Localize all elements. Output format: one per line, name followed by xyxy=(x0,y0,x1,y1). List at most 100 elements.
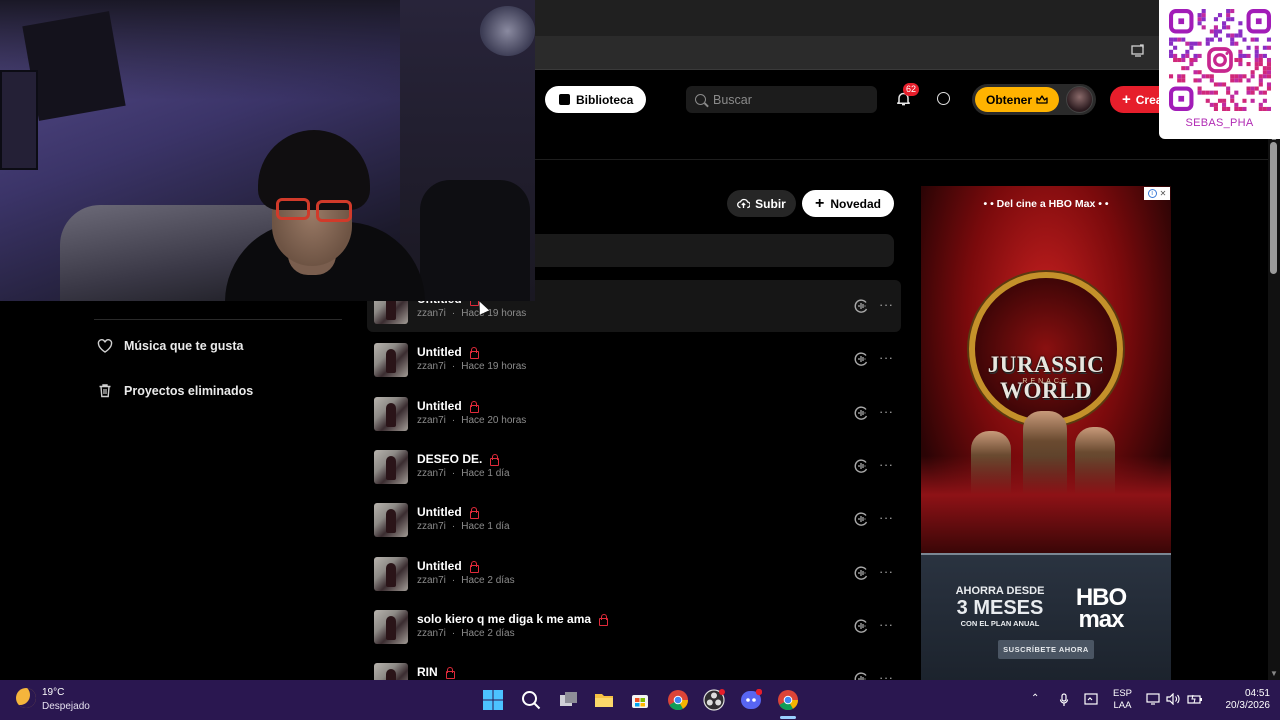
track-artwork[interactable] xyxy=(374,397,408,431)
sidebar-item-deleted-projects[interactable]: Proyectos eliminados xyxy=(97,383,253,398)
track-time: Hace 1 día xyxy=(461,521,510,532)
track-title-row[interactable]: Untitled xyxy=(417,559,479,573)
track-title-row[interactable]: RIN xyxy=(417,665,455,679)
ad-offer-line-3: CON EL PLAN ANUAL xyxy=(960,619,1040,628)
file-explorer-icon[interactable] xyxy=(593,689,615,711)
open-in-studio-icon[interactable] xyxy=(854,406,869,420)
install-app-icon[interactable] xyxy=(1130,44,1146,60)
track-title[interactable]: DESEO DE. xyxy=(417,452,482,466)
moon-icon[interactable] xyxy=(16,688,36,708)
active-app-indicator xyxy=(780,716,796,719)
more-options-icon[interactable]: ··· xyxy=(879,350,894,365)
open-in-studio-icon[interactable] xyxy=(854,619,869,633)
track-author[interactable]: zzan7i xyxy=(417,521,446,532)
avatar[interactable] xyxy=(1066,86,1093,113)
track-title[interactable]: Untitled xyxy=(417,399,462,413)
track-row[interactable]: Untitled zzan7i · Hace 2 días ··· xyxy=(367,547,901,599)
meet-icon[interactable] xyxy=(1084,693,1098,708)
track-author[interactable]: zzan7i xyxy=(417,575,446,586)
more-options-icon[interactable]: ··· xyxy=(879,404,894,419)
track-row[interactable]: Untitled zzan7i · Hace 19 horas ··· xyxy=(367,333,901,385)
task-view-icon[interactable] xyxy=(557,689,579,711)
get-button[interactable]: Obtener xyxy=(975,87,1059,112)
track-title-row[interactable]: Untitled xyxy=(417,345,479,359)
track-title[interactable]: RIN xyxy=(417,665,438,679)
track-artwork[interactable] xyxy=(374,610,408,644)
new-button[interactable]: + Novedad xyxy=(802,190,894,217)
start-icon[interactable] xyxy=(482,689,504,711)
more-options-icon[interactable]: ··· xyxy=(879,297,894,312)
search-icon[interactable] xyxy=(520,689,542,711)
sidebar-item-label: Proyectos eliminados xyxy=(124,383,254,398)
open-in-studio-icon[interactable] xyxy=(854,459,869,473)
open-in-studio-icon[interactable] xyxy=(854,512,869,526)
open-in-studio-icon[interactable] xyxy=(854,299,869,313)
volume-icon[interactable] xyxy=(1166,692,1180,708)
more-options-icon[interactable]: ··· xyxy=(879,510,894,525)
track-author[interactable]: zzan7i xyxy=(417,361,446,372)
ad-offer-panel: AHORRA DESDE 3 MESES CON EL PLAN ANUAL H… xyxy=(921,553,1171,680)
chrome-icon[interactable] xyxy=(667,689,689,711)
track-author[interactable]: zzan7i xyxy=(417,415,446,426)
track-title[interactable]: Untitled xyxy=(417,345,462,359)
ad-offer-line-1: AHORRA DESDE xyxy=(955,585,1045,597)
separator-dot: · xyxy=(451,628,456,639)
library-button[interactable]: Biblioteca xyxy=(545,86,646,113)
track-title-row[interactable]: solo kiero q me diga k me ama xyxy=(417,612,609,626)
track-title[interactable]: Untitled xyxy=(417,505,462,519)
track-title[interactable]: solo kiero q me diga k me ama xyxy=(417,612,591,626)
scroll-down-icon[interactable]: ▼ xyxy=(1269,669,1279,678)
microphone-icon[interactable] xyxy=(1059,693,1069,710)
filter-bar[interactable] xyxy=(535,234,894,267)
messages-icon[interactable] xyxy=(937,92,950,105)
ad-info-icon[interactable]: i ✕ xyxy=(1144,187,1170,200)
chevron-up-icon[interactable]: ⌃ xyxy=(1031,693,1039,704)
chrome-active-icon[interactable] xyxy=(777,689,799,711)
store-icon[interactable] xyxy=(629,689,651,711)
obs-icon[interactable] xyxy=(703,689,725,711)
discord-icon[interactable] xyxy=(740,688,763,711)
network-icon[interactable] xyxy=(1146,693,1160,708)
sidebar-item-liked-music[interactable]: Música que te gusta xyxy=(97,339,243,353)
scrollbar-thumb[interactable] xyxy=(1270,142,1277,274)
search-box[interactable] xyxy=(686,86,877,113)
track-title-row[interactable]: Untitled xyxy=(417,399,479,413)
open-in-studio-icon[interactable] xyxy=(854,566,869,580)
ad-banner[interactable]: • • Del cine a HBO Max • • JURASSIC WORL… xyxy=(921,186,1171,680)
track-title-row[interactable]: DESEO DE. xyxy=(417,452,500,466)
more-options-icon[interactable]: ··· xyxy=(879,457,894,472)
track-artwork[interactable] xyxy=(374,503,408,537)
weather-description[interactable]: Despejado xyxy=(42,701,90,712)
track-row[interactable]: DESEO DE. zzan7i · Hace 1 día ··· xyxy=(367,440,901,492)
lock-icon xyxy=(469,561,479,573)
track-author[interactable]: zzan7i xyxy=(417,628,446,639)
weather-temperature[interactable]: 19°C xyxy=(42,687,64,698)
plus-icon: + xyxy=(1122,90,1131,108)
battery-icon[interactable] xyxy=(1187,693,1203,708)
track-author[interactable]: zzan7i xyxy=(417,308,446,319)
lock-icon xyxy=(469,507,479,519)
language-indicator[interactable]: ESP LAA xyxy=(1113,688,1132,712)
open-in-studio-icon[interactable] xyxy=(854,352,869,366)
ad-subscribe-button[interactable]: SUSCRÍBETE AHORA xyxy=(998,640,1094,659)
track-author[interactable]: zzan7i xyxy=(417,468,446,479)
track-row[interactable]: solo kiero q me diga k me ama zzan7i · Hace… xyxy=(367,600,901,652)
track-row[interactable]: Untitled zzan7i · Hace 20 horas ··· xyxy=(367,387,901,439)
track-title[interactable]: Untitled xyxy=(417,559,462,573)
track-meta: zzan7i · Hace 19 horas xyxy=(417,308,526,319)
track-time: Hace 2 días xyxy=(461,628,515,639)
language-code: ESP xyxy=(1113,688,1133,699)
clock[interactable]: 04:51 20/3/2026 xyxy=(1212,688,1271,712)
ad-offer-line-2: 3 MESES xyxy=(956,597,1044,619)
track-artwork[interactable] xyxy=(374,343,408,377)
more-options-icon[interactable]: ··· xyxy=(879,617,894,632)
upload-button[interactable]: Subir xyxy=(727,190,796,217)
qr-handle: SEBAS_PHA xyxy=(1185,117,1254,129)
track-artwork[interactable] xyxy=(374,557,408,591)
track-title-row[interactable]: Untitled xyxy=(417,505,479,519)
track-artwork[interactable] xyxy=(374,450,408,484)
track-meta: zzan7i · Hace 19 horas xyxy=(417,361,526,372)
track-row[interactable]: Untitled zzan7i · Hace 1 día ··· xyxy=(367,493,901,545)
more-options-icon[interactable]: ··· xyxy=(879,564,894,579)
search-input[interactable] xyxy=(713,92,863,107)
